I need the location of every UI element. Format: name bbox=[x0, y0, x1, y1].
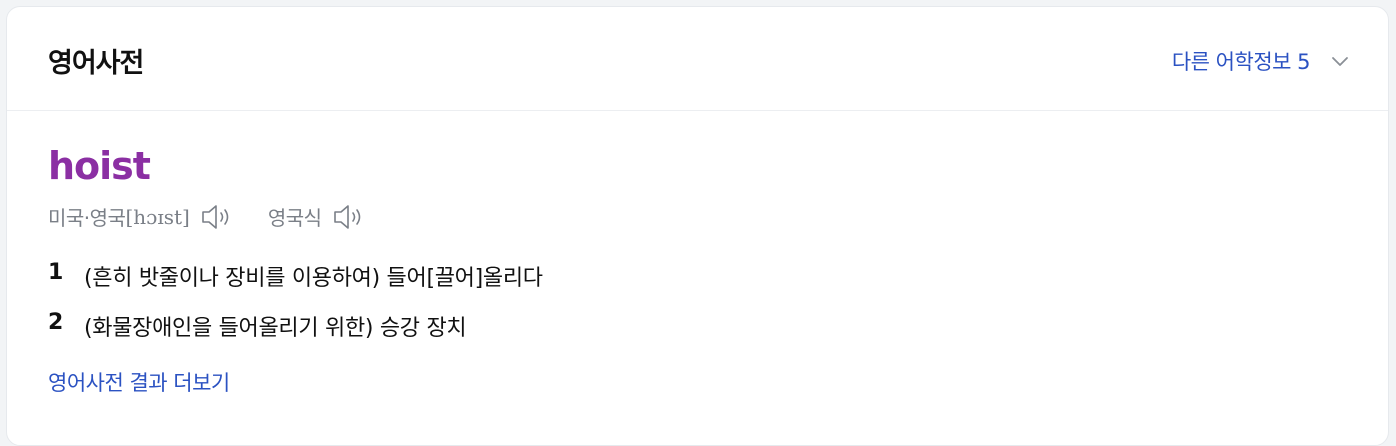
pronunciation-row: 미국·영국 [hɔɪst] 영국식 bbox=[48, 202, 366, 231]
meaning-item: 2 (화물장애인을 들어올리기 위한) 승강 장치 bbox=[48, 310, 467, 342]
more-language-info-label: 다른 어학정보 5 bbox=[1171, 50, 1311, 74]
pronunciation-ipa: [hɔɪst] bbox=[125, 204, 190, 229]
section-title: 영어사전 bbox=[48, 48, 144, 79]
pronunciation-label-us-uk: 미국·영국 bbox=[48, 206, 126, 230]
headword-link[interactable]: hoist bbox=[48, 144, 151, 188]
pronunciation-label-uk: 영국식 bbox=[267, 206, 322, 230]
meaning-text: (흔히 밧줄이나 장비를 이용하여) 들어[끌어]올리다 bbox=[84, 266, 543, 291]
meaning-number: 2 bbox=[48, 310, 64, 335]
more-language-info-button[interactable]: 다른 어학정보 5 bbox=[1172, 46, 1350, 76]
more-results-link[interactable]: 영어사전 결과 더보기 bbox=[48, 367, 230, 397]
speaker-icon[interactable] bbox=[200, 203, 234, 231]
speaker-icon[interactable] bbox=[332, 203, 366, 231]
dictionary-card: 영어사전 다른 어학정보 5 hoist 미국·영국 [hɔɪst] 영국식 1… bbox=[6, 6, 1389, 446]
meaning-text: (화물장애인을 들어올리기 위한) 승강 장치 bbox=[84, 316, 467, 341]
card-header: 영어사전 다른 어학정보 5 bbox=[7, 7, 1388, 111]
meaning-number: 1 bbox=[48, 260, 64, 285]
chevron-down-icon bbox=[1332, 57, 1348, 66]
meaning-item: 1 (흔히 밧줄이나 장비를 이용하여) 들어[끌어]올리다 bbox=[48, 260, 543, 292]
